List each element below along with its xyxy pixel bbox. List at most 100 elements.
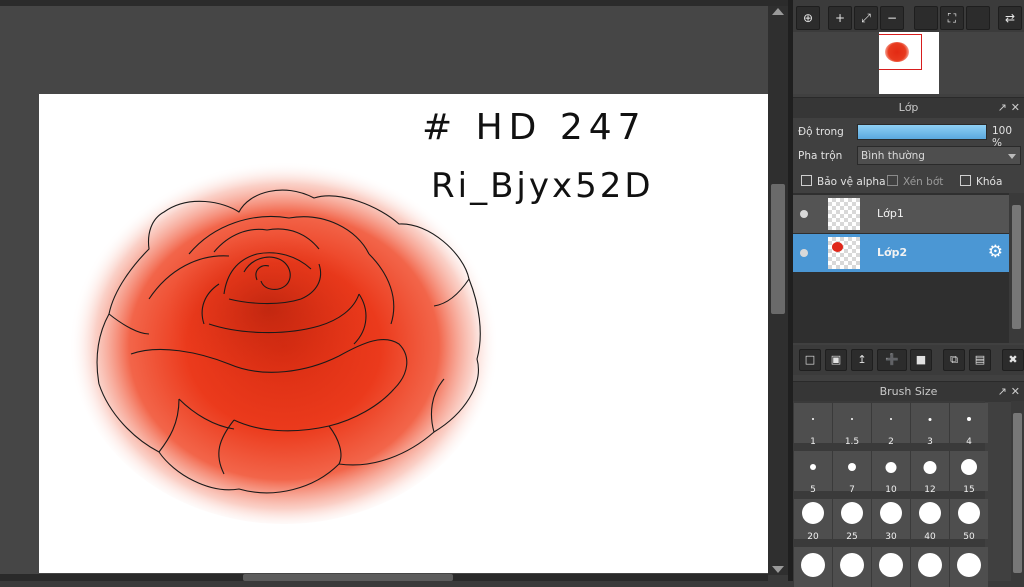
brush-size-cell[interactable]: [911, 547, 949, 587]
brush-dot: [848, 463, 856, 471]
protect-alpha-checkbox[interactable]: Bảo vệ alpha: [801, 175, 886, 188]
new-layer-icon[interactable]: □: [799, 349, 821, 371]
top-bar: [0, 0, 790, 6]
vertical-scroll-thumb[interactable]: [771, 184, 785, 314]
brush-dot: [890, 418, 892, 420]
brush-dot: [923, 460, 937, 474]
clipping-checkbox[interactable]: Xén bớt: [887, 175, 943, 188]
brush-size-label: 12: [924, 485, 936, 495]
canvas-vertical-scrollbar[interactable]: [768, 6, 788, 575]
canvas-horizontal-scrollbar[interactable]: [0, 574, 768, 581]
brush-size-1[interactable]: 1: [794, 403, 832, 447]
brush-size-label: 7: [849, 485, 855, 495]
brush-dot: [841, 502, 863, 524]
brush-size-5[interactable]: 5: [794, 451, 832, 495]
brush-size-cell[interactable]: [794, 547, 832, 587]
brush-size-4[interactable]: 4: [950, 403, 988, 447]
brush-size-20[interactable]: 20: [794, 499, 832, 542]
brush-size-15[interactable]: 15: [950, 451, 988, 495]
visibility-eye-icon[interactable]: [800, 249, 808, 257]
scroll-up-arrow-icon[interactable]: [772, 8, 784, 15]
brush-scroll-thumb[interactable]: [1013, 413, 1022, 573]
brush-size-title: Brush Size: [879, 385, 938, 398]
gear-icon[interactable]: ⚙: [988, 243, 1003, 261]
brush-size-cell[interactable]: [872, 547, 910, 587]
layer-row-lop2[interactable]: Lớp2 ⚙: [793, 234, 1009, 272]
drawing-canvas[interactable]: # HD 247 Ri_Bjyx52D: [39, 94, 768, 573]
brush-dot: [802, 502, 824, 524]
brush-size-40[interactable]: 40: [911, 499, 949, 542]
lock-checkbox[interactable]: Khóa: [960, 175, 1002, 188]
brush-size-cell[interactable]: [833, 547, 871, 587]
brush-size-label: 10: [885, 485, 897, 495]
new-layer-copy-icon[interactable]: ▣: [825, 349, 847, 371]
flip-icon[interactable]: ⇄: [998, 6, 1022, 30]
brush-size-2[interactable]: 2: [872, 403, 910, 447]
zoom-fit-icon[interactable]: ⊕: [796, 6, 820, 30]
layer-row-lop1[interactable]: Lớp1: [793, 195, 1009, 233]
navigator-toolbar: ⊕ + ⤢ − ⛶ ⇄: [793, 0, 1024, 32]
layer-toolbar: □ ▣ ↥ ➕ ■ ⧉ ▤ ✖: [793, 345, 1024, 375]
merge-layer-icon[interactable]: ▤: [969, 349, 991, 371]
brush-size-label: 3: [927, 437, 933, 447]
brush-size-25[interactable]: 25: [833, 499, 871, 542]
navigator-viewport-frame[interactable]: [879, 34, 922, 70]
layer-list-scrollbar[interactable]: [1009, 193, 1024, 343]
brush-size-30[interactable]: 30: [872, 499, 910, 542]
brush-size-cell[interactable]: [950, 547, 988, 587]
brush-dot: [810, 464, 816, 470]
layer-scroll-thumb[interactable]: [1012, 205, 1021, 329]
close-icon[interactable]: ✕: [1011, 101, 1020, 114]
close-icon[interactable]: ✕: [1011, 385, 1020, 398]
brush-dot: [851, 418, 853, 420]
layer-thumbnail: [828, 237, 860, 269]
brush-size-label: 25: [846, 532, 858, 542]
brush-dot: [885, 461, 897, 473]
layer-name: Lớp1: [877, 207, 904, 220]
brush-size-50[interactable]: 50: [950, 499, 988, 542]
layers-panel-title: Lớp: [898, 101, 919, 114]
blank-tool-icon[interactable]: [966, 6, 990, 30]
brush-size-10[interactable]: 10: [872, 451, 910, 495]
navigator-preview[interactable]: [793, 32, 1024, 94]
folder-icon[interactable]: ■: [910, 349, 932, 371]
import-layer-icon[interactable]: ↥: [851, 349, 873, 371]
brush-dot: [961, 459, 977, 475]
zoom-in-icon[interactable]: +: [828, 6, 852, 30]
blend-mode-select[interactable]: Bình thường: [857, 146, 1021, 165]
brush-dot: [801, 553, 825, 577]
opacity-slider[interactable]: [857, 124, 987, 140]
duplicate-layer-icon[interactable]: ⧉: [943, 349, 965, 371]
zoom-out-icon[interactable]: −: [880, 6, 904, 30]
blank-tool-icon[interactable]: [914, 6, 938, 30]
delete-icon[interactable]: ✖: [1002, 349, 1024, 371]
chevron-down-icon: [1008, 154, 1016, 159]
canvas-note-line1: # HD 247: [422, 107, 647, 148]
brush-size-7[interactable]: 7: [833, 451, 871, 495]
layer-thumbnail: [828, 198, 860, 230]
brush-dot: [879, 553, 903, 577]
brush-size-12[interactable]: 12: [911, 451, 949, 495]
blend-mode-value: Bình thường: [861, 150, 925, 162]
add-layer-menu-icon[interactable]: ➕: [877, 349, 907, 371]
undock-icon[interactable]: ↗: [998, 385, 1007, 398]
brush-size-3[interactable]: 3: [911, 403, 949, 447]
layers-panel-header: Lớp ↗ ✕: [793, 97, 1024, 118]
brush-size-label: 50: [963, 532, 975, 542]
fit-window-icon[interactable]: ⤢: [854, 6, 878, 30]
horizontal-scroll-thumb[interactable]: [243, 574, 453, 581]
brush-size-label: 5: [810, 485, 816, 495]
brush-size-scrollbar[interactable]: [1011, 401, 1024, 581]
brush-size-1-5[interactable]: 1.5: [833, 403, 871, 447]
brush-dot: [967, 417, 971, 421]
opacity-label: Độ trong: [798, 126, 844, 138]
right-panel: ⊕ + ⤢ − ⛶ ⇄ Lớp ↗ ✕ Độ trong 100 % Pha trộn Bì…: [793, 0, 1024, 587]
scroll-down-arrow-icon[interactable]: [772, 566, 784, 573]
fullscreen-icon[interactable]: ⛶: [940, 6, 964, 30]
brush-dot: [958, 502, 980, 524]
layer-list: Lớp1 Lớp2 ⚙: [793, 193, 1009, 343]
canvas-workspace[interactable]: # HD 247 Ri_Bjyx52D: [0, 0, 768, 581]
brush-size-label: 20: [807, 532, 819, 542]
visibility-eye-icon[interactable]: [800, 210, 808, 218]
undock-icon[interactable]: ↗: [998, 101, 1007, 114]
